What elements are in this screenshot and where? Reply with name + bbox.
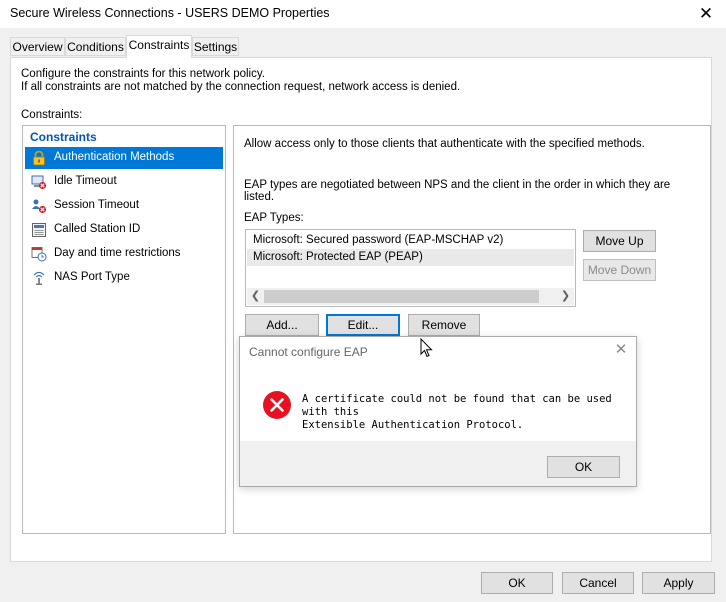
horizontal-scrollbar[interactable]: ❮ ❯	[247, 288, 574, 305]
dialog-footer: OK	[240, 441, 636, 486]
intro-line-1: Configure the constraints for this netwo…	[21, 68, 265, 80]
constraints-label: Constraints:	[21, 109, 83, 121]
apply-button[interactable]: Apply	[642, 572, 715, 594]
tab-conditions[interactable]: Conditions	[65, 37, 126, 56]
station-id-icon	[32, 223, 46, 237]
scrollbar-thumb[interactable]	[264, 290, 539, 303]
title-bar: Secure Wireless Connections - USERS DEMO…	[0, 0, 726, 28]
tree-item-day-time-restrictions[interactable]: Day and time restrictions	[25, 243, 223, 265]
tree-item-label: Authentication Methods	[54, 151, 175, 163]
scroll-left-icon[interactable]: ❮	[247, 288, 264, 305]
eap-types-list[interactable]: Microsoft: Secured password (EAP-MSCHAP …	[245, 229, 576, 307]
tree-item-authentication-methods[interactable]: Authentication Methods	[25, 147, 223, 169]
move-down-button[interactable]: Move Down	[583, 259, 656, 281]
error-dialog: Cannot configure EAP ✕ A certificate cou…	[239, 336, 637, 487]
error-icon	[263, 391, 291, 419]
eap-type-row[interactable]: Microsoft: Secured password (EAP-MSCHAP …	[247, 232, 574, 249]
idle-timeout-icon	[31, 175, 47, 190]
lock-icon	[33, 150, 45, 166]
eap-types-label: EAP Types:	[244, 212, 304, 224]
dialog-message-line-2: Extensible Authentication Protocol.	[302, 419, 524, 431]
tree-item-label: Idle Timeout	[54, 175, 117, 187]
dialog-title: Cannot configure EAP	[249, 345, 368, 359]
antenna-icon	[33, 271, 45, 285]
cancel-button[interactable]: Cancel	[562, 572, 634, 594]
tree-item-nas-port-type[interactable]: NAS Port Type	[25, 267, 223, 289]
tree-item-idle-timeout[interactable]: Idle Timeout	[25, 171, 223, 193]
tree-heading: Constraints	[30, 130, 97, 144]
eap-note-line-2: listed.	[244, 191, 275, 203]
scroll-right-icon[interactable]: ❯	[557, 288, 574, 305]
edit-button[interactable]: Edit...	[326, 314, 400, 336]
tree-item-session-timeout[interactable]: Session Timeout	[25, 195, 223, 217]
tab-constraints[interactable]: Constraints	[126, 35, 192, 58]
dialog-close-icon[interactable]: ✕	[612, 341, 630, 359]
eap-note-line-1: EAP types are negotiated between NPS and…	[244, 179, 671, 191]
add-button[interactable]: Add...	[245, 314, 319, 336]
session-timeout-icon	[32, 199, 47, 214]
mouse-cursor-icon	[420, 338, 433, 358]
tab-settings[interactable]: Settings	[192, 37, 239, 56]
auth-description: Allow access only to those clients that …	[244, 138, 645, 150]
remove-button[interactable]: Remove	[408, 314, 480, 336]
tree-item-label: NAS Port Type	[54, 271, 130, 283]
dialog-message: A certificate could not be found that ca…	[302, 393, 620, 432]
tab-overview[interactable]: Overview	[10, 37, 65, 56]
intro-line-2: If all constraints are not matched by th…	[21, 81, 461, 93]
window-title: Secure Wireless Connections - USERS DEMO…	[10, 6, 330, 20]
tree-item-label: Day and time restrictions	[54, 247, 181, 259]
calendar-clock-icon	[31, 247, 47, 262]
dialog-message-line-1: A certificate could not be found that ca…	[302, 393, 612, 418]
tree-item-label: Called Station ID	[54, 223, 141, 235]
tree-item-called-station-id[interactable]: Called Station ID	[25, 219, 223, 241]
dialog-ok-button[interactable]: OK	[547, 456, 620, 478]
ok-button[interactable]: OK	[481, 572, 553, 594]
move-up-button[interactable]: Move Up	[583, 230, 656, 252]
constraints-tree[interactable]: Constraints Authentication Methods Idle …	[22, 125, 226, 534]
tree-item-label: Session Timeout	[54, 199, 140, 211]
window-close-button[interactable]: ✕	[694, 3, 718, 25]
eap-type-row-selected[interactable]: Microsoft: Protected EAP (PEAP)	[247, 249, 574, 266]
